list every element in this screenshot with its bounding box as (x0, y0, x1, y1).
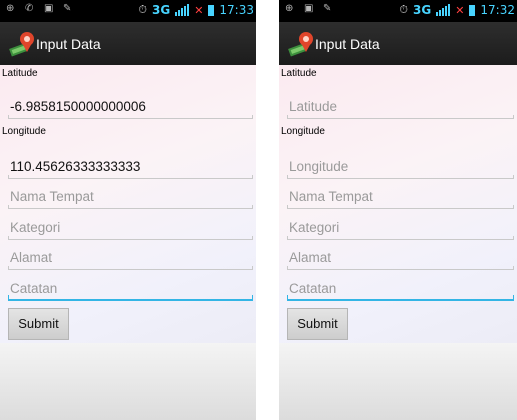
alarm-icon: ⏱ (138, 3, 147, 16)
network-type: 3G (151, 3, 171, 17)
latitude-label: Latitude (2, 68, 38, 79)
status-indicators: ⏱ 3G ✕ 17:32 (399, 3, 515, 17)
battery-icon (469, 4, 476, 16)
status-indicators: ⏱ 3G ✕ 17:33 (138, 3, 254, 17)
empty-area (279, 343, 517, 420)
alamat-input[interactable]: Alamat (287, 248, 514, 270)
submit-button[interactable]: Submit (287, 308, 348, 340)
gps-icon: ⊕ (285, 3, 294, 14)
no-sim-icon: ✕ (194, 3, 204, 17)
kategori-input[interactable]: Kategori (8, 218, 253, 240)
alamat-input[interactable]: Alamat (8, 248, 253, 270)
action-bar: Input Data (0, 22, 256, 65)
battery-icon (208, 4, 215, 16)
notification-icons: ⊕ ✆ ▣ ✎ (6, 4, 73, 14)
nama-tempat-input[interactable]: Nama Tempat (8, 187, 253, 209)
network-type: 3G (412, 3, 432, 17)
longitude-input[interactable]: Longitude (287, 157, 514, 179)
form-container: Latitude -6.9858150000000006 Longitude 1… (0, 65, 256, 343)
page-title: Input Data (36, 36, 101, 52)
longitude-input[interactable]: 110.45626333333333 (8, 157, 253, 179)
app-logo-icon[interactable] (287, 30, 317, 58)
status-time: 17:33 (219, 3, 254, 17)
gallery-icon: ▣ (304, 3, 314, 14)
whatsapp-icon: ✆ (25, 3, 34, 14)
usb-icon: ✎ (63, 3, 72, 14)
alarm-icon: ⏱ (399, 3, 408, 16)
status-bar: ⊕ ✆ ▣ ✎ ⏱ 3G ✕ 17:33 (0, 0, 256, 22)
screen-empty: ⊕ ▣ ✎ ⏱ 3G ✕ 17:32 Input Data Latitude L… (279, 0, 517, 420)
longitude-label: Longitude (2, 126, 46, 137)
screen-filled: ⊕ ✆ ▣ ✎ ⏱ 3G ✕ 17:33 Input Data Latitude… (0, 0, 256, 420)
longitude-label: Longitude (281, 126, 325, 137)
signal-icon (436, 4, 451, 16)
no-sim-icon: ✕ (455, 3, 465, 17)
action-bar: Input Data (279, 22, 517, 65)
status-bar: ⊕ ▣ ✎ ⏱ 3G ✕ 17:32 (279, 0, 517, 22)
gallery-icon: ▣ (44, 3, 54, 14)
latitude-input[interactable]: -6.9858150000000006 (8, 97, 253, 119)
nama-tempat-input[interactable]: Nama Tempat (287, 187, 514, 209)
usb-icon: ✎ (323, 3, 332, 14)
submit-button[interactable]: Submit (8, 308, 69, 340)
latitude-input[interactable]: Latitude (287, 97, 514, 119)
gps-icon: ⊕ (6, 3, 15, 14)
status-time: 17:32 (480, 3, 515, 17)
page-title: Input Data (315, 36, 380, 52)
notification-icons: ⊕ ▣ ✎ (285, 4, 333, 14)
signal-icon (175, 4, 190, 16)
latitude-label: Latitude (281, 68, 317, 79)
catatan-input[interactable]: Catatan (8, 279, 253, 301)
catatan-input[interactable]: Catatan (287, 279, 514, 301)
kategori-input[interactable]: Kategori (287, 218, 514, 240)
empty-area (0, 343, 256, 420)
app-logo-icon[interactable] (8, 30, 38, 58)
form-container: Latitude Latitude Longitude Longitude Na… (279, 65, 517, 343)
